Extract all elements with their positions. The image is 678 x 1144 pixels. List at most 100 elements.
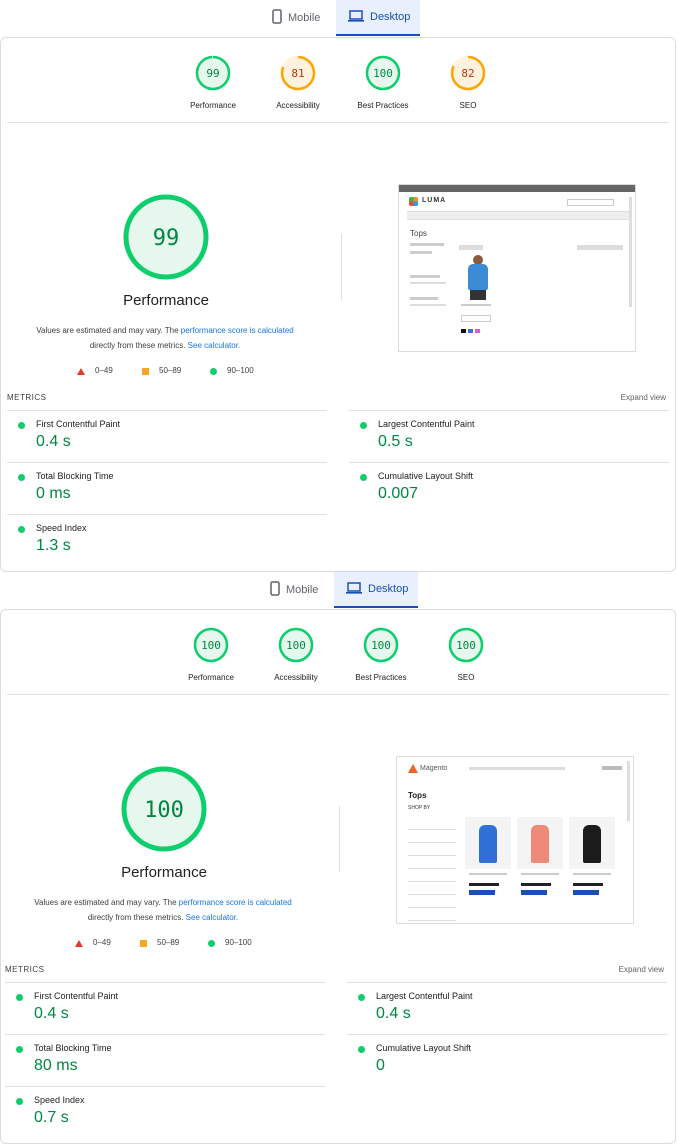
laptop-icon: [348, 9, 364, 25]
category-label: Best Practices: [357, 101, 409, 110]
category-label: SEO: [459, 101, 477, 110]
tab-desktop-label: Desktop: [370, 11, 411, 23]
score-calc-link[interactable]: performance score is calculated: [179, 898, 292, 907]
metrics-heading: METRICS: [7, 393, 47, 402]
laptop-icon: [346, 581, 362, 597]
metric-item: Cumulative Layout Shift 0.007: [349, 462, 669, 515]
report-panel: Mobile Desktop 99 Performance 81 Accessi…: [0, 0, 678, 572]
metric-item: Largest Contentful Paint 0.4 s: [347, 982, 667, 1035]
note-text: directly from these metrics.: [87, 913, 186, 922]
calculator-link[interactable]: See calculator.: [186, 913, 238, 922]
pass-circle-icon: [16, 1046, 23, 1053]
note-text: directly from these metrics.: [89, 341, 188, 350]
metric-name: First Contentful Paint: [34, 991, 119, 1001]
metric-name: First Contentful Paint: [36, 419, 121, 429]
tab-desktop[interactable]: Desktop: [334, 572, 418, 608]
category-gauge[interactable]: 100 Best Practices: [336, 626, 426, 682]
metric-name: Speed Index: [36, 523, 87, 533]
pass-circle-icon: [16, 1098, 23, 1105]
category-gauge[interactable]: 82 SEO: [423, 54, 513, 110]
category-gauge[interactable]: 81 Accessibility: [253, 54, 343, 110]
metric-name: Total Blocking Time: [34, 1043, 112, 1053]
svg-text:81: 81: [291, 67, 304, 80]
metric-name: Speed Index: [34, 1095, 85, 1105]
tab-desktop[interactable]: Desktop: [336, 0, 420, 36]
metric-value: 1.3 s: [36, 537, 71, 554]
pass-circle-icon: [358, 1046, 365, 1053]
phone-icon: [270, 581, 280, 599]
calculator-link[interactable]: See calculator.: [188, 341, 240, 350]
tab-mobile[interactable]: Mobile: [262, 0, 334, 36]
report-card: 100 Performance 100 Accessibility 100 Be…: [0, 609, 676, 1144]
magento-logo-icon: [408, 764, 418, 773]
device-tabs: Mobile Desktop: [0, 572, 678, 608]
performance-gauge: 100 Performance: [44, 764, 284, 881]
pass-circle-icon: [18, 422, 25, 429]
pass-circle-icon: [210, 368, 217, 375]
svg-text:100: 100: [144, 798, 184, 823]
fail-triangle-icon: [75, 940, 83, 947]
category-label: SEO: [457, 673, 475, 682]
performance-title: Performance: [121, 864, 207, 881]
category-label: Performance: [190, 101, 236, 110]
expand-view-button[interactable]: Expand view: [621, 393, 666, 402]
metric-item: First Contentful Paint 0.4 s: [7, 410, 327, 463]
metric-value: 0.4 s: [36, 433, 71, 450]
legend-fail: 0–49: [95, 366, 113, 375]
expand-view-button[interactable]: Expand view: [619, 965, 664, 974]
svg-text:100: 100: [373, 67, 393, 80]
page-screenshot: Magento Tops SHOP BY: [396, 756, 634, 924]
tab-mobile-label: Mobile: [286, 584, 319, 596]
pass-circle-icon: [360, 422, 367, 429]
report-panel: Mobile Desktop 100 Performance 100 Acces…: [0, 572, 678, 1144]
metric-item: Largest Contentful Paint 0.5 s: [349, 410, 669, 463]
metric-value: 0.007: [378, 485, 419, 502]
category-label: Accessibility: [276, 101, 320, 110]
metric-value: 0.4 s: [34, 1005, 69, 1022]
metric-value: 0: [376, 1057, 385, 1074]
thumbnail-brand: LUMA: [422, 197, 447, 204]
pass-circle-icon: [18, 474, 25, 481]
score-legend: 0–49 50–89 90–100: [75, 938, 275, 950]
metric-item: Cumulative Layout Shift 0: [347, 1034, 667, 1087]
metric-name: Total Blocking Time: [36, 471, 114, 481]
page-screenshot: LUMA Tops: [398, 184, 636, 352]
product-card: [517, 817, 563, 917]
category-gauge[interactable]: 100 Best Practices: [338, 54, 428, 110]
legend-average: 50–89: [157, 938, 180, 947]
average-square-icon: [142, 368, 149, 375]
category-gauge[interactable]: 99 Performance: [168, 54, 258, 110]
metric-item: Speed Index 0.7 s: [5, 1086, 325, 1139]
tab-mobile[interactable]: Mobile: [260, 572, 332, 608]
metric-item: First Contentful Paint 0.4 s: [5, 982, 325, 1035]
average-square-icon: [140, 940, 147, 947]
metric-value: 0.5 s: [378, 433, 413, 450]
product-card: [569, 817, 615, 917]
product-card: [465, 817, 511, 917]
category-label: Best Practices: [355, 673, 407, 682]
report-card: 99 Performance 81 Accessibility 100 Best…: [0, 37, 676, 572]
svg-text:100: 100: [201, 639, 221, 652]
performance-title: Performance: [123, 292, 209, 309]
svg-text:82: 82: [461, 67, 474, 80]
category-gauge[interactable]: 100 Accessibility: [251, 626, 341, 682]
divider: [339, 806, 340, 872]
category-gauge[interactable]: 100 Performance: [166, 626, 256, 682]
device-tabs: Mobile Desktop: [0, 0, 678, 36]
svg-text:100: 100: [371, 639, 391, 652]
svg-text:100: 100: [456, 639, 476, 652]
thumbnail-page-title: Tops: [408, 791, 427, 800]
metric-item: Speed Index 1.3 s: [7, 514, 327, 567]
category-gauge[interactable]: 100 SEO: [421, 626, 511, 682]
score-calc-link[interactable]: performance score is calculated: [181, 326, 294, 335]
svg-text:100: 100: [286, 639, 306, 652]
performance-gauge: 99 Performance: [46, 192, 286, 309]
filter-list: [408, 817, 456, 921]
product-image: [464, 255, 492, 301]
phone-icon: [272, 9, 282, 27]
metric-name: Largest Contentful Paint: [378, 419, 475, 429]
thumbnail-page-title: Tops: [410, 229, 427, 238]
svg-text:99: 99: [206, 67, 219, 80]
pass-circle-icon: [360, 474, 367, 481]
metric-value: 0 ms: [36, 485, 71, 502]
